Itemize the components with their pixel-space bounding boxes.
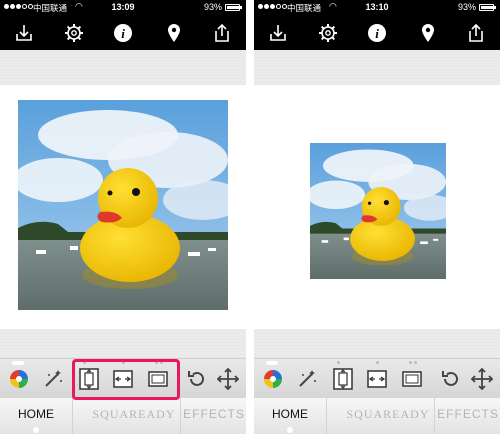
- battery-percent: 93%: [457, 2, 476, 12]
- move-icon[interactable]: [470, 367, 494, 391]
- rotate-icon[interactable]: [185, 367, 209, 391]
- tab-home[interactable]: HOME: [0, 407, 72, 433]
- move-icon[interactable]: [216, 367, 240, 391]
- photo-preview[interactable]: [310, 143, 446, 279]
- tab-effects[interactable]: EFFECTS: [182, 407, 246, 425]
- page-indicator: [266, 361, 278, 365]
- battery-icon: [225, 4, 242, 11]
- tool-indicator: [337, 361, 340, 364]
- download-icon[interactable]: [267, 22, 289, 44]
- color-wheel-icon[interactable]: [7, 367, 31, 391]
- share-icon[interactable]: [465, 22, 487, 44]
- frame-icon[interactable]: [402, 368, 422, 390]
- color-wheel-icon[interactable]: [261, 367, 285, 391]
- info-icon[interactable]: i: [366, 22, 388, 44]
- gear-icon[interactable]: [63, 22, 85, 44]
- highlight-box: [72, 359, 180, 400]
- tab-bar: HOME SQUAREADY EFFECTS: [0, 398, 246, 434]
- tool-row: [254, 358, 500, 398]
- rotate-icon[interactable]: [439, 367, 463, 391]
- svg-text:i: i: [375, 26, 379, 41]
- top-toolbar: i: [0, 16, 246, 50]
- tool-indicator: [376, 361, 379, 364]
- photo-canvas: [0, 50, 246, 358]
- tab-squaready[interactable]: SQUAREADY: [338, 407, 438, 425]
- page-indicator: [12, 361, 24, 365]
- fit-horizontal-icon[interactable]: [367, 368, 387, 390]
- gear-icon[interactable]: [317, 22, 339, 44]
- photo-canvas: [254, 50, 500, 358]
- share-icon[interactable]: [211, 22, 233, 44]
- tab-divider: [180, 398, 181, 434]
- map-pin-icon[interactable]: [163, 22, 185, 44]
- tab-divider: [72, 398, 73, 434]
- tool-indicator: [409, 361, 417, 364]
- magic-wand-icon[interactable]: [295, 367, 319, 391]
- tab-bar: HOME SQUAREADY EFFECTS: [254, 398, 500, 434]
- battery-icon: [479, 4, 496, 11]
- phone-screen-left: 中国联通 ◠ 13:09 93% i HOME SQUAREADY EFFECT…: [0, 0, 246, 434]
- tab-effects[interactable]: EFFECTS: [436, 407, 500, 425]
- status-bar: 中国联通 ◠ 13:09 93%: [0, 0, 246, 16]
- tab-home[interactable]: HOME: [254, 407, 326, 433]
- tab-squaready[interactable]: SQUAREADY: [84, 407, 184, 425]
- top-toolbar: i: [254, 16, 500, 50]
- tab-divider: [326, 398, 327, 434]
- magic-wand-icon[interactable]: [41, 367, 65, 391]
- status-bar: 中国联通 ◠ 13:10 93%: [254, 0, 500, 16]
- map-pin-icon[interactable]: [417, 22, 439, 44]
- phone-screen-right: 中国联通 ◠ 13:10 93% i HOME SQUAREADY EFFECT…: [254, 0, 500, 434]
- info-icon[interactable]: i: [112, 22, 134, 44]
- download-icon[interactable]: [13, 22, 35, 44]
- fit-vertical-icon[interactable]: [333, 368, 353, 390]
- battery-percent: 93%: [203, 2, 222, 12]
- tab-divider: [434, 398, 435, 434]
- svg-text:i: i: [121, 26, 125, 41]
- bottom-bar: HOME SQUAREADY EFFECTS: [254, 358, 500, 434]
- photo-preview[interactable]: [18, 100, 228, 310]
